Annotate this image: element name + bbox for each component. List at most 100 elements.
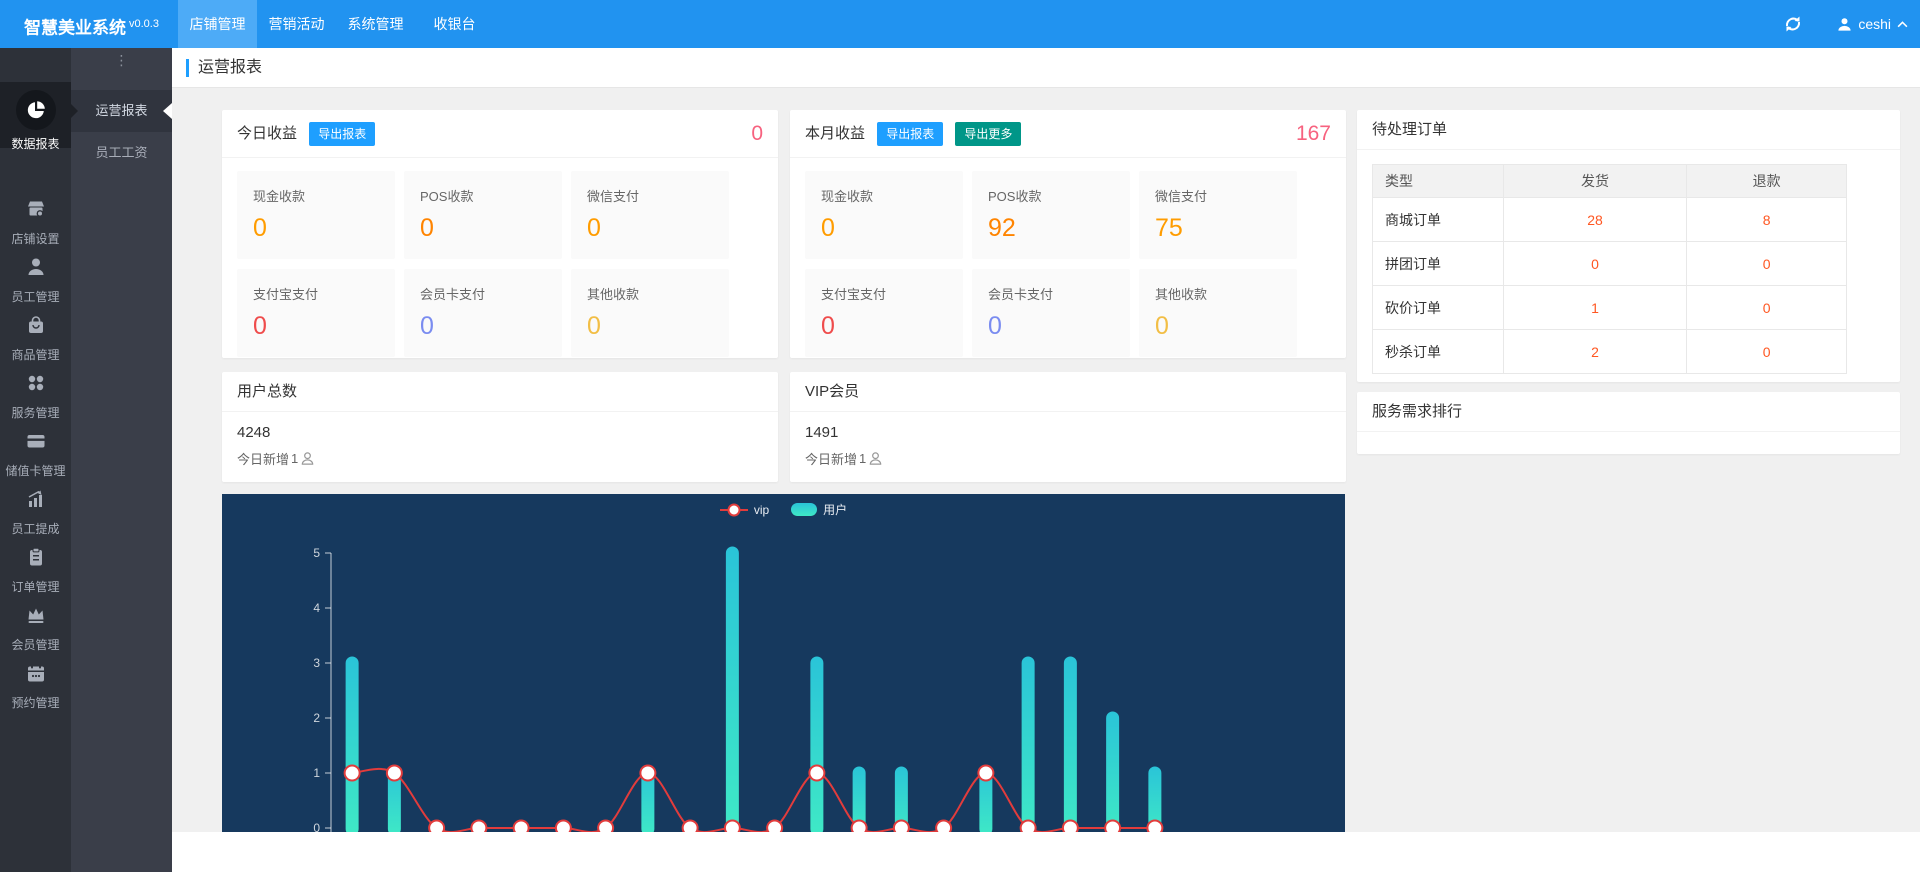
today-income-title: 今日收益 xyxy=(237,125,297,142)
month-income-title: 本月收益 xyxy=(805,125,865,142)
vip-members-value: 1491 xyxy=(805,424,1331,441)
users-vip-chart[interactable]: 012345 vip 用户 xyxy=(222,494,1345,832)
tile-label: 现金收款 xyxy=(821,186,947,205)
month-income-card: 本月收益 导出报表 导出更多 167 现金收款0POS收款92微信支付75支付宝… xyxy=(790,110,1346,358)
order-type-cell: 秒杀订单 xyxy=(1373,330,1504,374)
trend-chart-icon xyxy=(25,488,47,510)
export-report-button[interactable]: 导出报表 xyxy=(309,122,375,146)
tab-cashier[interactable]: 收银台 xyxy=(415,0,494,48)
credit-card-icon xyxy=(25,430,47,452)
tile-value: 0 xyxy=(821,214,947,243)
tile-label: 支付宝支付 xyxy=(821,284,947,303)
sidebar-item-service-management[interactable]: 服务管理 xyxy=(0,372,71,421)
sidebar-item-staff-management[interactable]: 员工管理 xyxy=(0,256,71,305)
sidebar-item-label: 商品管理 xyxy=(0,346,71,363)
order-type-cell: 拼团订单 xyxy=(1373,242,1504,286)
tab-marketing[interactable]: 营销活动 xyxy=(257,0,336,48)
tile-label: 会员卡支付 xyxy=(988,284,1114,303)
tile-value: 0 xyxy=(1155,312,1281,341)
chevron-up-icon xyxy=(1897,21,1908,28)
legend-item-vip[interactable]: vip xyxy=(720,503,769,517)
column-header-type: 类型 xyxy=(1373,165,1504,198)
dashboard-page: 智慧美业系统v0.0.3 店铺管理 营销活动 系统管理 收银台 ceshi xyxy=(0,0,1920,872)
sidebar-item-label: 订单管理 xyxy=(0,578,71,595)
users-total-value: 4248 xyxy=(237,424,763,441)
sidebar-item-appointment-management[interactable]: 预约管理 xyxy=(0,662,71,711)
tile-value: 0 xyxy=(821,312,947,341)
tile-value: 0 xyxy=(420,312,546,341)
table-row: 拼团订单00 xyxy=(1373,242,1847,286)
sidebar-item-stored-card-management[interactable]: 储值卡管理 xyxy=(0,430,71,479)
line-marker-icon xyxy=(720,503,748,517)
svg-text:0: 0 xyxy=(313,821,320,832)
shopping-bag-icon xyxy=(25,314,47,336)
export-report-button[interactable]: 导出报表 xyxy=(877,122,943,146)
user-menu[interactable]: ceshi xyxy=(1837,16,1908,32)
users-total-card: 用户总数 4248 今日新增 1 xyxy=(222,372,778,482)
chart-canvas: 012345 xyxy=(222,494,1345,832)
refund-count-cell: 0 xyxy=(1687,242,1847,286)
content-bottom-strip xyxy=(172,832,1920,872)
title-accent-bar xyxy=(186,59,189,77)
grid-icon xyxy=(25,372,47,394)
sidebar-item-goods-management[interactable]: 商品管理 xyxy=(0,314,71,363)
service-rank-title: 服务需求排行 xyxy=(1372,403,1462,420)
refund-count-cell: 0 xyxy=(1687,330,1847,374)
sidebar-item-label: 储值卡管理 xyxy=(0,462,71,479)
submenu-item-staff-salary[interactable]: 员工工资 xyxy=(71,132,172,174)
sidebar-item-label: 预约管理 xyxy=(0,694,71,711)
payment-tile: POS收款 0 xyxy=(404,171,562,259)
top-nav-tabs: 店铺管理 营销活动 系统管理 收银台 xyxy=(178,0,494,48)
payment-tile: POS收款92 xyxy=(972,171,1130,259)
column-header-refund: 退款 xyxy=(1687,165,1847,198)
tile-label: 其他收款 xyxy=(1155,284,1281,303)
secondary-sidebar: ⋮ 运营报表 员工工资 xyxy=(71,48,172,872)
sidebar-item-label: 数据报表 xyxy=(0,135,71,152)
sidebar-item-staff-commission[interactable]: 员工提成 xyxy=(0,488,71,537)
vip-members-card: VIP会员 1491 今日新增 1 xyxy=(790,372,1346,482)
users-total-title: 用户总数 xyxy=(237,383,297,400)
tile-label: 微信支付 xyxy=(587,186,713,205)
payment-tile: 微信支付75 xyxy=(1139,171,1297,259)
app-logo: 智慧美业系统v0.0.3 xyxy=(0,0,172,48)
refresh-icon[interactable] xyxy=(1783,14,1803,34)
tile-value: 0 xyxy=(420,214,546,243)
submenu-item-operation-report[interactable]: 运营报表 xyxy=(71,90,172,132)
table-row: 秒杀订单20 xyxy=(1373,330,1847,374)
sidebar-item-data-report[interactable]: 数据报表 xyxy=(0,82,71,148)
legend-label: 用户 xyxy=(823,501,847,518)
payment-tile: 支付宝支付 0 xyxy=(805,269,963,357)
payment-tile: 其他收款0 xyxy=(571,269,729,357)
today-income-total: 0 xyxy=(751,110,763,158)
sidebar-item-label: 服务管理 xyxy=(0,404,71,421)
tile-label: 支付宝支付 xyxy=(253,284,379,303)
month-income-tiles: 现金收款 0 POS收款92微信支付75 支付宝支付 0 会员卡支付 0 其他收款 0 xyxy=(790,158,1346,380)
new-today-value: 1 xyxy=(291,451,298,466)
store-icon xyxy=(25,198,47,220)
ship-count-cell: 1 xyxy=(1503,286,1687,330)
navbar-right: ceshi xyxy=(1783,0,1908,48)
person-outline-icon xyxy=(300,451,315,466)
export-more-button[interactable]: 导出更多 xyxy=(955,122,1021,146)
tile-label: POS收款 xyxy=(420,186,546,205)
svg-text:4: 4 xyxy=(313,601,320,615)
bar-swatch-icon xyxy=(791,503,817,516)
sidebar-item-label: 店铺设置 xyxy=(0,230,71,247)
pending-orders-card: 待处理订单 类型 发货 退款 商城订单288 拼团订单00 砍价订单10 秒杀订… xyxy=(1357,110,1900,382)
sidebar-item-order-management[interactable]: 订单管理 xyxy=(0,546,71,595)
tile-value: 0 xyxy=(988,312,1114,341)
tile-value: 0 xyxy=(253,312,379,341)
sidebar-item-shop-settings[interactable]: 店铺设置 xyxy=(0,198,71,247)
active-submenu-notch xyxy=(163,103,172,119)
order-type-cell: 商城订单 xyxy=(1373,198,1504,242)
sidebar-collapse-dots[interactable]: ⋮ xyxy=(71,56,172,65)
tile-value: 0 xyxy=(587,312,713,341)
today-income-tiles: 现金收款0POS收款0微信支付0支付宝支付0会员卡支付0其他收款0 xyxy=(222,158,778,380)
payment-tile: 其他收款 0 xyxy=(1139,269,1297,357)
tab-system-management[interactable]: 系统管理 xyxy=(336,0,415,48)
sidebar-item-member-management[interactable]: 会员管理 xyxy=(0,604,71,653)
tab-shop-management[interactable]: 店铺管理 xyxy=(178,0,257,48)
table-row: 砍价订单10 xyxy=(1373,286,1847,330)
tile-value: 92 xyxy=(988,214,1114,243)
legend-item-users[interactable]: 用户 xyxy=(791,501,847,518)
